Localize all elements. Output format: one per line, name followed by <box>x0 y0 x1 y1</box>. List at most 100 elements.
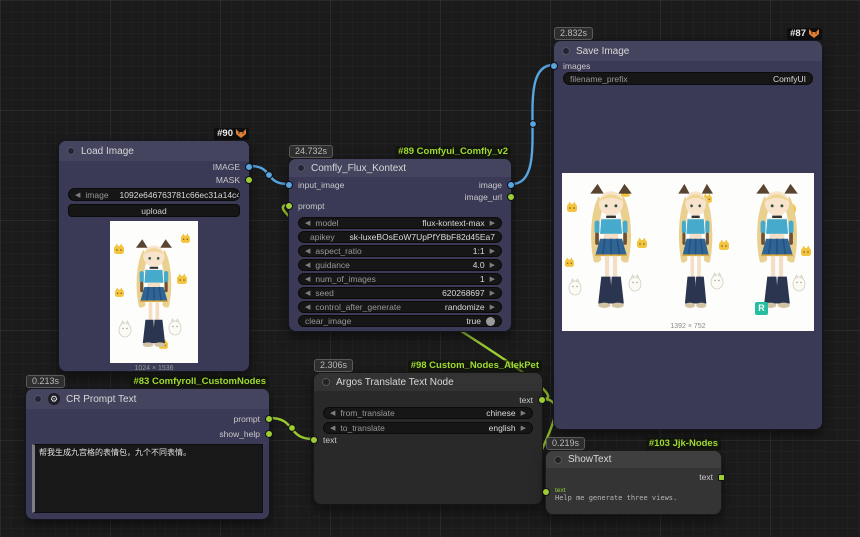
node-titlebar[interactable]: Save Image <box>554 41 822 61</box>
node-comfly-flux-kontext[interactable]: 24.732s #89 Comfyui_Comfly_v2 Comfly_Flu… <box>288 158 512 332</box>
from-translate-combo-widget[interactable]: ◀ from_translate chinese ▶ <box>323 407 533 419</box>
aspect-ratio-combo-widget[interactable]: ◀ aspect_ratio 1:1 ▶ <box>298 245 502 257</box>
node-titlebar[interactable]: ⚙ CR Prompt Text <box>26 389 269 409</box>
link-image-to-save[interactable] <box>512 65 553 184</box>
widget-value: 1:1 <box>473 246 485 256</box>
seed-combo-widget[interactable]: ◀ seed 620268697 ▶ <box>298 287 502 299</box>
node-load-image[interactable]: #90 Load Image IMAGE MASK ◀ image 1092e6… <box>58 140 250 372</box>
slot-label: images <box>563 61 590 71</box>
prompt-textarea[interactable]: 帮我生成九宫格的表情包，九个不同表情。 <box>32 444 263 513</box>
node-save-image[interactable]: 2.832s #87 Save Image images filename_pr… <box>553 40 823 430</box>
watermark-badge: R <box>755 302 768 315</box>
combo-right-arrow-icon[interactable]: ▶ <box>490 219 495 227</box>
combo-left-arrow-icon[interactable]: ◀ <box>305 219 310 227</box>
widget-value: 4.0 <box>473 260 485 270</box>
widget-label: aspect_ratio <box>315 246 361 256</box>
clear-image-toggle-widget[interactable]: clear_image true <box>298 315 502 327</box>
widget-value: randomize <box>445 302 485 312</box>
preview-image <box>562 173 814 331</box>
output-dot-text[interactable] <box>718 474 725 481</box>
node-argos-translate[interactable]: 2.306s #98 Custom_Nodes_AlekPet Argos Tr… <box>313 372 543 505</box>
model-combo-widget[interactable]: ◀ model flux-kontext-max ▶ <box>298 217 502 229</box>
node-id-badge: #90 <box>214 128 249 140</box>
combo-right-arrow-icon[interactable]: ▶ <box>490 261 495 269</box>
gear-icon: ⚙ <box>48 393 60 405</box>
link-prompt-to-translate[interactable] <box>270 418 313 439</box>
combo-left-arrow-icon[interactable]: ◀ <box>75 191 80 199</box>
input-dot-input-image[interactable] <box>285 181 293 189</box>
num-of-images-combo-widget[interactable]: ◀ num_of_images 1 ▶ <box>298 273 502 285</box>
combo-left-arrow-icon[interactable]: ◀ <box>305 289 310 297</box>
input-slot-text <box>542 486 550 498</box>
to-translate-combo-widget[interactable]: ◀ to_translate english ▶ <box>323 422 533 434</box>
widget-value: 1 <box>480 274 485 284</box>
filename-prefix-text-widget[interactable]: filename_prefix ComfyUI <box>563 72 813 85</box>
combo-right-arrow-icon[interactable]: ▶ <box>490 303 495 311</box>
apikey-text-widget[interactable]: apikey sk-luxeBOsEoW7UpPfYBbF82d45Ea7 <box>298 231 502 243</box>
widget-label: filename_prefix <box>570 74 628 84</box>
combo-left-arrow-icon[interactable]: ◀ <box>330 424 335 432</box>
combo-left-arrow-icon[interactable]: ◀ <box>305 261 310 269</box>
combo-right-arrow-icon[interactable]: ▶ <box>490 275 495 283</box>
node-title: CR Prompt Text <box>66 394 136 405</box>
combo-right-arrow-icon[interactable]: ▶ <box>490 289 495 297</box>
output-dot-image[interactable] <box>507 181 515 189</box>
showtext-content: Help me generate three views. <box>555 494 712 503</box>
output-dot-image-url[interactable] <box>507 193 515 201</box>
slot-label: image_url <box>465 192 502 202</box>
output-dot-prompt[interactable] <box>265 415 273 423</box>
widget-value: 620268697 <box>442 288 485 298</box>
fox-icon <box>809 29 819 39</box>
combo-right-arrow-icon[interactable]: ▶ <box>521 409 526 417</box>
guidance-combo-widget[interactable]: ◀ guidance 4.0 ▶ <box>298 259 502 271</box>
output-dot-image[interactable] <box>245 163 253 171</box>
graph-canvas[interactable]: #90 Load Image IMAGE MASK ◀ image 1092e6… <box>0 0 860 537</box>
widget-label: guidance <box>315 260 350 270</box>
node-title: Load Image <box>81 146 134 157</box>
combo-left-arrow-icon[interactable]: ◀ <box>330 409 335 417</box>
node-title: Save Image <box>576 46 629 57</box>
output-slot-text: text <box>519 394 546 406</box>
combo-left-arrow-icon[interactable]: ◀ <box>305 247 310 255</box>
node-titlebar[interactable]: Argos Translate Text Node <box>314 373 542 391</box>
input-dot-text[interactable] <box>542 488 550 496</box>
collapse-dot-icon[interactable] <box>322 378 330 386</box>
collapse-dot-icon[interactable] <box>554 456 562 464</box>
node-id-badge: #103 Jjk-Nodes <box>646 438 721 450</box>
node-titlebar[interactable]: Comfly_Flux_Kontext <box>289 159 511 177</box>
output-slot-image: IMAGE <box>213 161 253 173</box>
widget-label: image <box>85 190 108 200</box>
image-combo-widget[interactable]: ◀ image 1092e646763781c66ec31a14c4ddc703… <box>68 188 240 201</box>
input-dot-images[interactable] <box>550 62 558 70</box>
output-slot-text: text <box>699 471 725 483</box>
widget-value: sk-luxeBOsEoW7UpPfYBbF82d45Ea7 <box>349 232 495 242</box>
slot-label: show_help <box>219 429 260 439</box>
combo-left-arrow-icon[interactable]: ◀ <box>305 275 310 283</box>
combo-left-arrow-icon[interactable]: ◀ <box>305 303 310 311</box>
combo-right-arrow-icon[interactable]: ▶ <box>490 247 495 255</box>
input-image-preview <box>110 221 198 363</box>
combo-right-arrow-icon[interactable]: ▶ <box>521 424 526 432</box>
collapse-dot-icon[interactable] <box>67 147 75 155</box>
upload-button[interactable]: upload <box>68 204 240 217</box>
slot-label: IMAGE <box>213 162 240 172</box>
collapse-dot-icon[interactable] <box>34 395 42 403</box>
input-dot-text[interactable] <box>310 436 318 444</box>
link-image-to-input-image[interactable] <box>250 166 288 184</box>
widget-value: ComfyUI <box>773 74 806 84</box>
output-dot-mask[interactable] <box>245 176 253 184</box>
node-titlebar[interactable]: Load Image <box>59 141 249 161</box>
node-titlebar[interactable]: ShowText <box>546 451 721 468</box>
input-dot-prompt[interactable] <box>285 202 293 210</box>
widget-label: to_translate <box>340 423 384 433</box>
node-title: Comfly_Flux_Kontext <box>311 163 406 174</box>
control-after-generate-combo-widget[interactable]: ◀ control_after_generate randomize ▶ <box>298 301 502 313</box>
output-dot-show-help[interactable] <box>265 430 273 438</box>
toggle-knob-icon[interactable] <box>486 317 495 326</box>
node-show-text[interactable]: 0.219s #103 Jjk-Nodes ShowText text text… <box>545 450 722 515</box>
collapse-dot-icon[interactable] <box>297 164 305 172</box>
node-cr-prompt-text[interactable]: 0.213s #83 Comfyroll_CustomNodes ⚙ CR Pr… <box>25 388 270 520</box>
timing-badge: 24.732s <box>289 145 333 158</box>
output-dot-text[interactable] <box>538 396 546 404</box>
collapse-dot-icon[interactable] <box>562 47 570 55</box>
